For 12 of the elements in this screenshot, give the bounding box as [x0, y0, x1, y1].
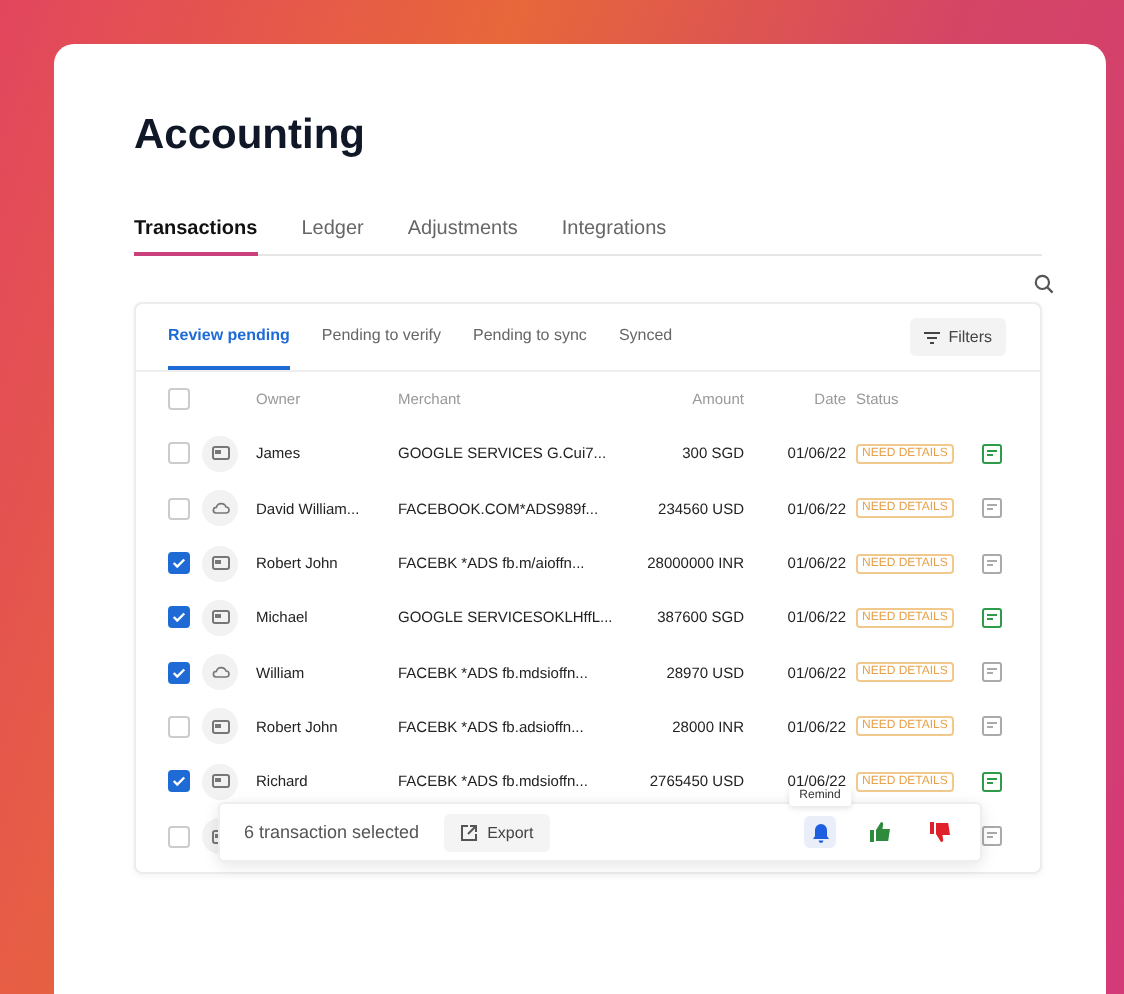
- tab[interactable]: Integrations: [561, 218, 667, 256]
- page-title: Accounting: [134, 112, 367, 160]
- tab[interactable]: Transactions: [134, 218, 258, 256]
- filter-tab[interactable]: Review pending: [168, 304, 290, 370]
- filter-tab[interactable]: Pending to verify: [321, 304, 441, 370]
- tab[interactable]: Adjustments: [407, 218, 518, 256]
- tab[interactable]: Ledger: [301, 218, 364, 256]
- export-button[interactable]: Export: [443, 813, 550, 851]
- filter-tab[interactable]: Pending to sync: [473, 304, 587, 370]
- filter-tab[interactable]: Synced: [618, 304, 673, 370]
- selection-count: 6 transaction selected: [244, 822, 420, 842]
- filters-button[interactable]: Filters: [910, 318, 1006, 356]
